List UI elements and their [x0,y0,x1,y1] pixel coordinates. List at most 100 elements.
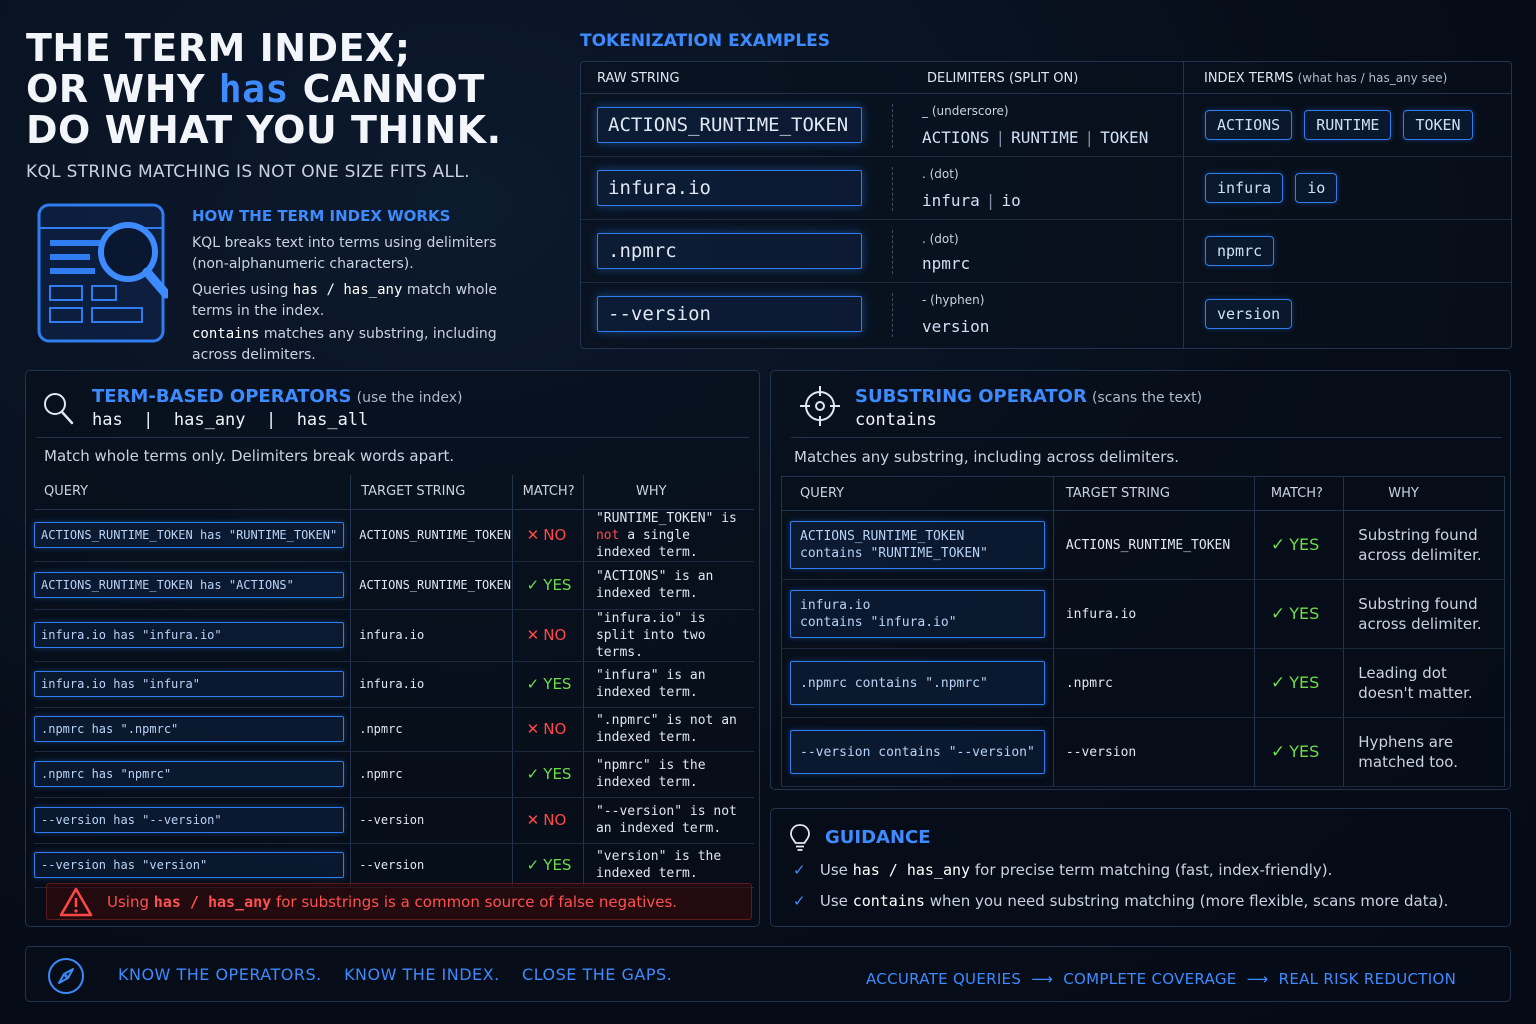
check-icon: ✓ [1270,604,1286,624]
match-result: ✓ YES [1253,648,1344,718]
term-chip: npmrc [1205,236,1275,266]
tokenization-header: RAW STRING DELIMITERS (SPLIT ON) INDEX T… [581,62,1511,94]
why-text: "version" is the indexed term. [582,843,754,888]
term-operators-desc: Match whole terms only. Delimiters break… [44,447,455,465]
term-chip: version [1205,299,1293,329]
arrow-right-icon: ⟶ [1246,970,1269,988]
how-it-works-title: HOW THE TERM INDEX WORKS [192,207,451,225]
table-row: infura.io has "infura.io" infura.io ✕ NO "i… [34,609,754,662]
split-parts: npmrc [922,254,971,273]
match-result: ✓ YES [511,751,584,798]
split-parts: infura | io [922,191,1021,210]
index-terms: ACTIONS RUNTIME TOKEN [1205,110,1473,140]
target-string: ACTIONS_RUNTIME_TOKEN [350,509,513,562]
target-string: .npmrc [1052,648,1255,718]
term-operators-list: has | has_any | has_all [92,410,369,430]
query-box[interactable]: --version has "version" [34,852,345,878]
col-match: MATCH? [511,475,584,510]
footer-outcomes: ACCURATE QUERIES ⟶ COMPLETE COVERAGE ⟶ R… [866,970,1457,988]
page-title: THE TERM INDEX; OR WHY has CANNOT DO WHA… [26,26,502,152]
target-string: --version [350,843,513,888]
table-row: .npmrc contains ".npmrc" .npmrc ✓ YES Leadi… [781,648,1505,718]
delimiter-label: _ (underscore) [922,104,1009,118]
crosshair-icon [799,385,841,431]
target-string: .npmrc [350,707,513,752]
guidance-item: ✓ Use has / has_any for precise term mat… [793,861,1333,879]
substring-operator-table: QUERY TARGET STRING MATCH? WHY ACTIONS_R… [781,476,1505,787]
substring-operator-desc: Matches any substring, including across … [794,448,1180,466]
col-target: TARGET STRING [1052,476,1255,511]
why-text-rich: "RUNTIME_TOKEN" is not a single indexed … [595,510,737,560]
why-text: Substring found across delimiter. [1343,579,1505,649]
guidance-title: GUIDANCE [825,827,931,848]
query-box[interactable]: .npmrc has "npmrc" [34,761,345,787]
guidance-panel: GUIDANCE ✓ Use has / has_any for precise… [770,808,1511,927]
target-string: infura.io [350,609,513,662]
term-chip: ACTIONS [1205,110,1293,140]
footer-banner: KNOW THE OPERATORS. KNOW THE INDEX. CLOS… [25,946,1511,1002]
query-box[interactable]: --version has "--version" [34,807,345,833]
query-box[interactable]: .npmrc has ".npmrc" [34,716,345,742]
term-chip: TOKEN [1403,110,1473,140]
delimiter-label: - (hyphen) [922,293,985,307]
raw-string: .npmrc [597,233,862,269]
target-string: infura.io [350,661,513,708]
target-string: --version [1052,717,1255,787]
query-box[interactable]: ACTIONS_RUNTIME_TOKEN has "RUNTIME_TOKEN… [34,522,345,548]
query-box[interactable]: --version contains "--version" [790,730,1045,774]
tokenization-title: TOKENIZATION EXAMPLES [580,31,831,51]
query-box[interactable]: infura.io has "infura" [34,671,345,697]
term-chip: RUNTIME [1304,110,1392,140]
substring-operator-list: contains [855,410,937,430]
query-box[interactable]: infura.io contains "infura.io" [790,590,1045,638]
query-box[interactable]: ACTIONS_RUNTIME_TOKEN has "ACTIONS" [34,572,345,598]
target-string: infura.io [1052,579,1255,649]
check-icon: ✓ [1270,535,1286,555]
warning-text: Using has / has_any for substrings is a … [107,893,678,911]
how-it-works-p1: KQL breaks text into terms using delimit… [192,235,497,272]
match-result: ✓ YES [1253,510,1344,580]
footer-tagline: KNOW THE OPERATORS. KNOW THE INDEX. CLOS… [118,965,673,984]
table-header: QUERY TARGET STRING MATCH? WHY [34,475,754,510]
check-icon: ✓ [526,856,540,874]
query-box[interactable]: infura.io has "infura.io" [34,622,345,648]
match-result: ✕ NO [511,707,584,752]
lightbulb-icon [789,823,811,857]
query-box[interactable]: .npmrc contains ".npmrc" [790,661,1045,705]
tokenization-table: RAW STRING DELIMITERS (SPLIT ON) INDEX T… [580,61,1512,349]
target-string: ACTIONS_RUNTIME_TOKEN [1052,510,1255,580]
check-icon: ✓ [526,576,540,594]
index-terms: version [1205,299,1293,329]
table-row: --version contains "--version" --version ✓… [781,717,1505,787]
query-box[interactable]: ACTIONS_RUNTIME_TOKEN contains "RUNTIME_T… [790,521,1045,569]
warning-icon [59,887,93,921]
table-row: ACTIONS_RUNTIME_TOKEN has "ACTIONS" ACTIO… [34,561,754,610]
split-parts: version [922,317,990,336]
compass-icon [46,956,86,1000]
false-negative-warning: Using has / has_any for substrings is a … [46,883,752,920]
why-text: Substring found across delimiter. [1343,510,1505,580]
table-header: QUERY TARGET STRING MATCH? WHY [781,476,1505,511]
term-operators-heading: TERM-BASED OPERATORS (use the index) [92,386,463,407]
check-icon: ✓ [1270,673,1286,693]
cross-icon: ✕ [526,811,540,829]
col-target: TARGET STRING [350,475,513,510]
arrow-right-icon: ⟶ [1031,970,1054,988]
check-icon: ✓ [793,892,806,910]
why-text: "infura" is an indexed term. [582,661,754,708]
why-text: Hyphens are matched too. [1343,717,1505,787]
why-text: "--version" is not an indexed term. [582,797,754,844]
why-text: "RUNTIME_TOKEN" is not a single indexed … [582,509,754,562]
why-text: "ACTIONS" is an indexed term. [582,561,754,610]
cross-icon: ✕ [526,626,540,644]
match-result: ✓ YES [511,661,584,708]
page-subtitle: KQL STRING MATCHING IS NOT ONE SIZE FITS… [26,162,470,182]
delimiter-label: . (dot) [922,232,959,246]
col-query: QUERY [34,475,351,510]
check-icon: ✓ [793,861,806,879]
how-it-works-p3: contains matches any substring, includin… [192,326,497,363]
table-row: infura.io has "infura" infura.io ✓ YES "inf… [34,661,754,708]
table-row: --version has "--version" --version ✕ NO "-… [34,797,754,844]
col-delimiters: DELIMITERS (SPLIT ON) [927,71,1079,86]
index-terms: npmrc [1205,236,1275,266]
